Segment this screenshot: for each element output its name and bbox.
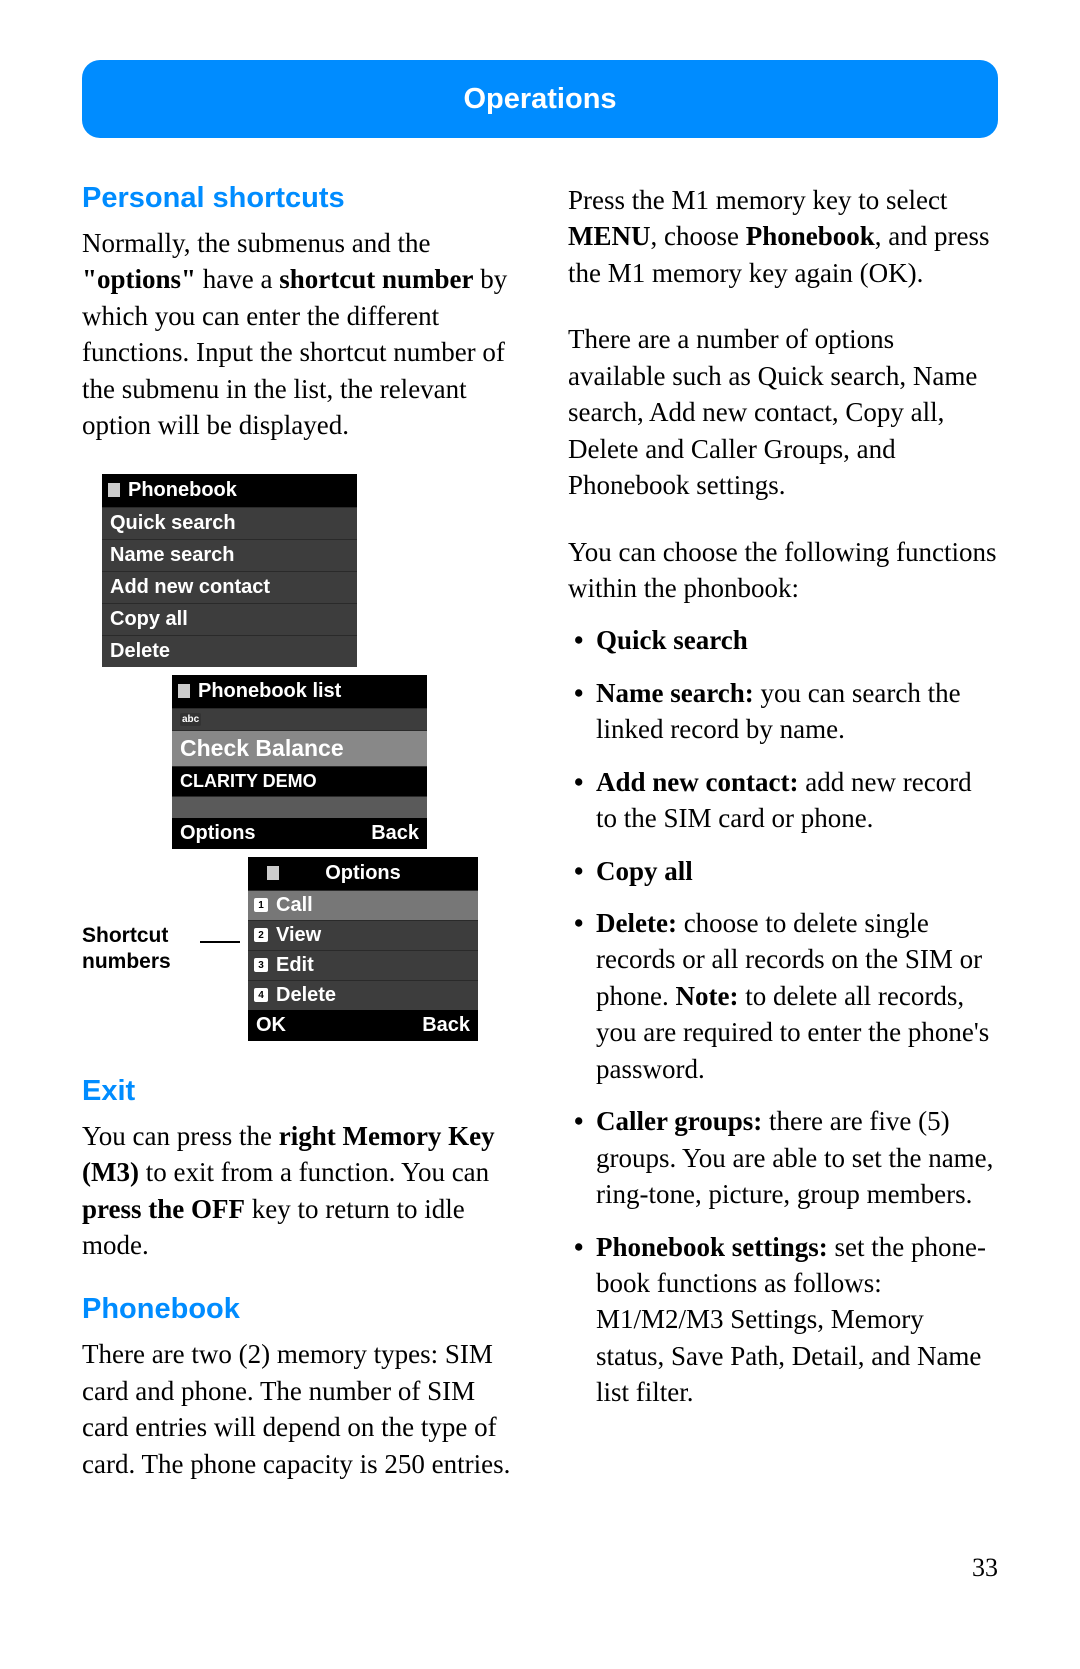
softkeys-bar: Options Back: [172, 818, 427, 849]
option-row: 2 View: [248, 920, 478, 950]
list-item: CLARITY DEMO: [172, 766, 427, 796]
text-bold: Phonebook: [746, 221, 875, 251]
sim-icon: [178, 684, 190, 698]
menu-item: Delete: [102, 635, 357, 667]
list-item: Copy all: [568, 853, 998, 889]
page: Operations Personal shortcuts Normally, …: [0, 0, 1080, 1512]
softkey-right: Back: [371, 822, 419, 845]
menu-item: Add new contact: [102, 571, 357, 603]
heading-personal-shortcuts: Personal shortcuts: [82, 182, 512, 215]
option-label: Edit: [276, 954, 314, 977]
softkeys-bar: OK Back: [248, 1010, 478, 1041]
screen-title: Phonebook: [128, 479, 237, 502]
softkey-left: Options: [180, 822, 256, 845]
text-bold: shortcut number: [279, 264, 473, 294]
text: , choose: [651, 221, 746, 251]
option-label: Call: [276, 894, 313, 917]
shortcut-number: 4: [254, 988, 268, 1002]
header-bar: Operations: [82, 60, 998, 138]
callout-line: Shortcut: [82, 924, 168, 947]
text-bold: Note:: [675, 981, 738, 1011]
text-bold: press the OFF: [82, 1194, 245, 1224]
option-row: 3 Edit: [248, 950, 478, 980]
screen-title: Options: [325, 862, 401, 885]
feature-list: Quick search Name search: you can search…: [568, 622, 998, 1410]
heading-phonebook: Phonebook: [82, 1293, 512, 1326]
screen-title-bar: Options: [248, 857, 478, 890]
text: to exit from a function. You can: [139, 1157, 489, 1187]
list-item: Name search: you can search the linked r…: [568, 675, 998, 748]
menu-item: Name search: [102, 539, 357, 571]
list-item: Add new contact: add new record to the S…: [568, 764, 998, 837]
para-exit: You can press the right Memory Key (M3) …: [82, 1118, 512, 1264]
callout-line: numbers: [82, 950, 171, 973]
header-title: Operations: [463, 83, 616, 116]
heading-exit: Exit: [82, 1075, 512, 1108]
para-phonebook: There are two (2) memory types: SIM card…: [82, 1336, 512, 1482]
text-bold: Caller groups:: [596, 1106, 762, 1136]
option-label: View: [276, 924, 321, 947]
softkey-right: Back: [422, 1014, 470, 1037]
shortcut-number: 1: [254, 898, 268, 912]
sim-icon: [108, 483, 120, 497]
right-column: Press the M1 memory key to select MENU, …: [568, 182, 998, 1512]
option-label: Delete: [276, 984, 336, 1007]
phone-screen-options: Options 1 Call 2 View 3 Edit: [248, 857, 478, 1041]
option-row-selected: 1 Call: [248, 890, 478, 920]
left-column: Personal shortcuts Normally, the submenu…: [82, 182, 512, 1512]
callout-label: Shortcut numbers: [82, 923, 192, 973]
text: have a: [196, 264, 279, 294]
list-item: Caller groups: there are five (5) groups…: [568, 1103, 998, 1212]
softkey-left: OK: [256, 1014, 286, 1037]
screen-title-bar: Phonebook list: [172, 675, 427, 708]
screen-title: Phonebook list: [198, 680, 341, 703]
phone-screen-phonebook-list: Phonebook list abc Check Balance CLARITY…: [172, 675, 427, 849]
text-bold: Add new contact:: [596, 767, 799, 797]
text: Normally, the submenus and the: [82, 228, 430, 258]
search-input-row: abc: [172, 708, 427, 730]
para-personal-shortcuts: Normally, the submenus and the "options"…: [82, 225, 512, 444]
text: Press the M1 memory key to select: [568, 185, 947, 215]
text-bold: Phonebook settings:: [596, 1232, 828, 1262]
screen-with-callout: Shortcut numbers Options 1 Call: [82, 857, 512, 1041]
callout-connector: [200, 941, 240, 943]
text-bold: Name search:: [596, 678, 754, 708]
page-number: 33: [972, 1553, 998, 1583]
para-following-functions: You can choose the following functions w…: [568, 534, 998, 607]
para-options-available: There are a number of options available …: [568, 321, 998, 503]
text-bold: Copy all: [596, 856, 693, 886]
text-bold: Delete:: [596, 908, 677, 938]
list-spacer: [172, 796, 427, 818]
screen-title-bar: Phonebook: [102, 474, 357, 507]
para-press-m1: Press the M1 memory key to select MENU, …: [568, 182, 998, 291]
menu-item: Copy all: [102, 603, 357, 635]
phone-screen-phonebook: Phonebook Quick search Name search Add n…: [102, 474, 357, 667]
sim-icon: [267, 866, 279, 880]
text-bold: MENU: [568, 221, 651, 251]
menu-item: Quick search: [102, 507, 357, 539]
option-row: 4 Delete: [248, 980, 478, 1010]
phone-screens-illustration: Phonebook Quick search Name search Add n…: [82, 474, 512, 1041]
input-mode-icon: abc: [180, 713, 201, 726]
list-item: Delete: choose to delete single records …: [568, 905, 998, 1087]
text: You can press the: [82, 1121, 279, 1151]
text-bold: Quick search: [596, 625, 748, 655]
shortcut-number: 2: [254, 928, 268, 942]
shortcut-number: 3: [254, 958, 268, 972]
content-columns: Personal shortcuts Normally, the submenu…: [82, 182, 998, 1512]
list-item: Phonebook settings: set the phone-book f…: [568, 1229, 998, 1411]
text-bold: "options": [82, 264, 196, 294]
list-item: Quick search: [568, 622, 998, 658]
list-item-selected: Check Balance: [172, 730, 427, 766]
